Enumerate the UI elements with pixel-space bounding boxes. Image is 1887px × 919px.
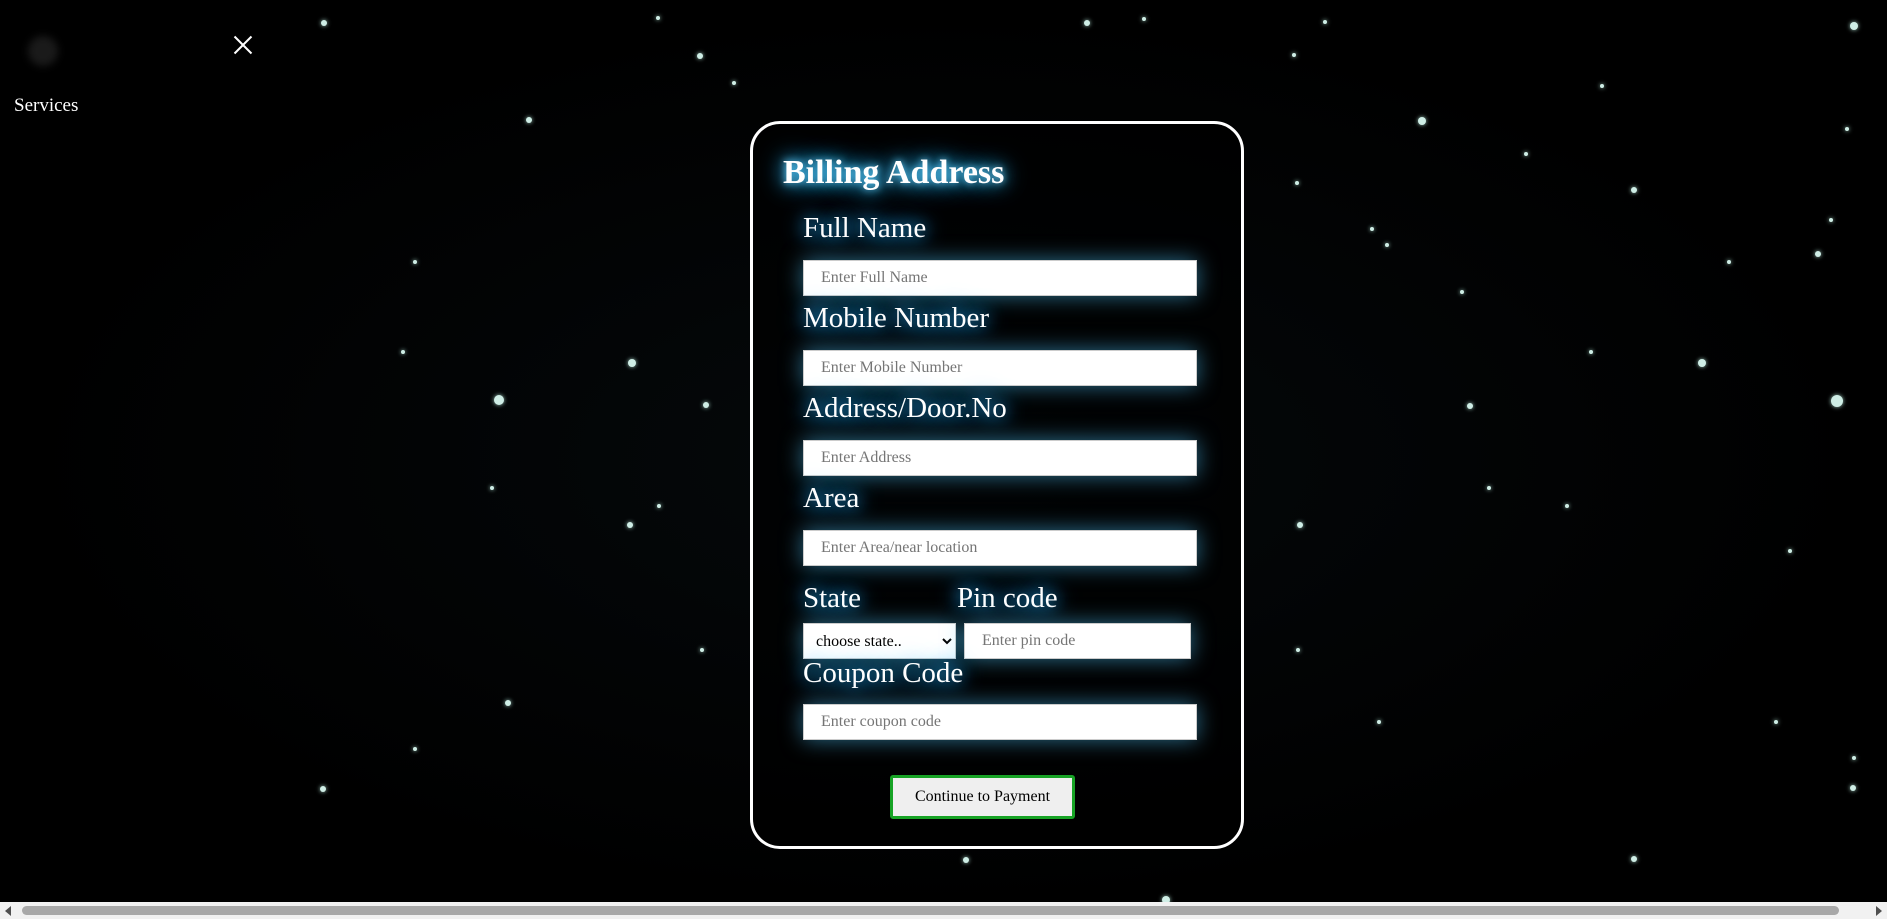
- star-41: [1852, 756, 1856, 760]
- star-22: [1831, 395, 1843, 407]
- star-38: [1850, 785, 1856, 791]
- star-42: [505, 700, 511, 706]
- pin-code-input[interactable]: [964, 623, 1191, 659]
- star-23: [413, 260, 417, 264]
- star-18: [703, 402, 709, 408]
- star-46: [1370, 227, 1374, 231]
- star-2: [697, 53, 703, 59]
- coupon-code-input[interactable]: [803, 704, 1197, 740]
- star-43: [1460, 290, 1464, 294]
- star-29: [1565, 504, 1569, 508]
- star-37: [1631, 856, 1637, 862]
- close-icon[interactable]: [228, 30, 258, 60]
- star-40: [1377, 720, 1381, 724]
- pin-code-label: Pin code: [957, 582, 1058, 614]
- form-title: Billing Address: [783, 154, 1005, 191]
- continue-to-payment-button[interactable]: Continue to Payment: [890, 775, 1075, 819]
- star-25: [657, 504, 661, 508]
- star-19: [1698, 359, 1706, 367]
- area-label: Area: [803, 482, 860, 514]
- star-15: [401, 350, 405, 354]
- logo-icon: [28, 36, 58, 66]
- star-0: [321, 20, 327, 26]
- mobile-number-input[interactable]: [803, 350, 1197, 386]
- star-30: [1788, 549, 1792, 553]
- horizontal-scrollbar[interactable]: [0, 902, 1887, 919]
- star-7: [1850, 22, 1858, 30]
- services-link[interactable]: Services: [14, 95, 78, 117]
- star-48: [1600, 84, 1604, 88]
- scroll-left-icon[interactable]: [5, 906, 11, 916]
- star-44: [1727, 260, 1731, 264]
- billing-form-card: Billing Address Full Name Mobile Number …: [750, 121, 1244, 849]
- star-31: [700, 648, 704, 652]
- star-34: [320, 786, 326, 792]
- star-9: [1418, 117, 1426, 125]
- full-name-label: Full Name: [803, 212, 927, 244]
- area-input[interactable]: [803, 530, 1197, 566]
- star-5: [1323, 20, 1327, 24]
- star-13: [1385, 243, 1389, 247]
- star-1: [656, 16, 660, 20]
- star-12: [1829, 218, 1833, 222]
- address-label: Address/Door.No: [803, 392, 1007, 424]
- star-47: [1845, 127, 1849, 131]
- star-20: [1589, 350, 1593, 354]
- star-6: [1292, 53, 1296, 57]
- star-49: [732, 81, 736, 85]
- star-24: [490, 486, 494, 490]
- state-select[interactable]: choose state..: [803, 623, 956, 659]
- star-4: [1142, 17, 1146, 21]
- full-name-input[interactable]: [803, 260, 1197, 296]
- mobile-number-label: Mobile Number: [803, 302, 990, 334]
- star-10: [1631, 187, 1637, 193]
- scroll-right-icon[interactable]: [1876, 906, 1882, 916]
- star-28: [1487, 486, 1491, 490]
- star-16: [628, 359, 636, 367]
- star-14: [1815, 251, 1821, 257]
- star-26: [627, 522, 633, 528]
- star-32: [1296, 648, 1300, 652]
- star-17: [494, 395, 504, 405]
- star-39: [1774, 720, 1778, 724]
- star-45: [1295, 181, 1299, 185]
- star-33: [413, 747, 417, 751]
- scrollbar-thumb[interactable]: [22, 906, 1839, 915]
- star-21: [1467, 403, 1473, 409]
- coupon-code-label: Coupon Code: [803, 657, 964, 689]
- address-input[interactable]: [803, 440, 1197, 476]
- state-label: State: [803, 582, 861, 614]
- page: Services Billing Address Full Name Mobil…: [0, 0, 1887, 919]
- star-11: [1524, 152, 1528, 156]
- star-8: [526, 117, 532, 123]
- star-3: [1084, 20, 1090, 26]
- star-35: [963, 857, 969, 863]
- star-27: [1297, 522, 1303, 528]
